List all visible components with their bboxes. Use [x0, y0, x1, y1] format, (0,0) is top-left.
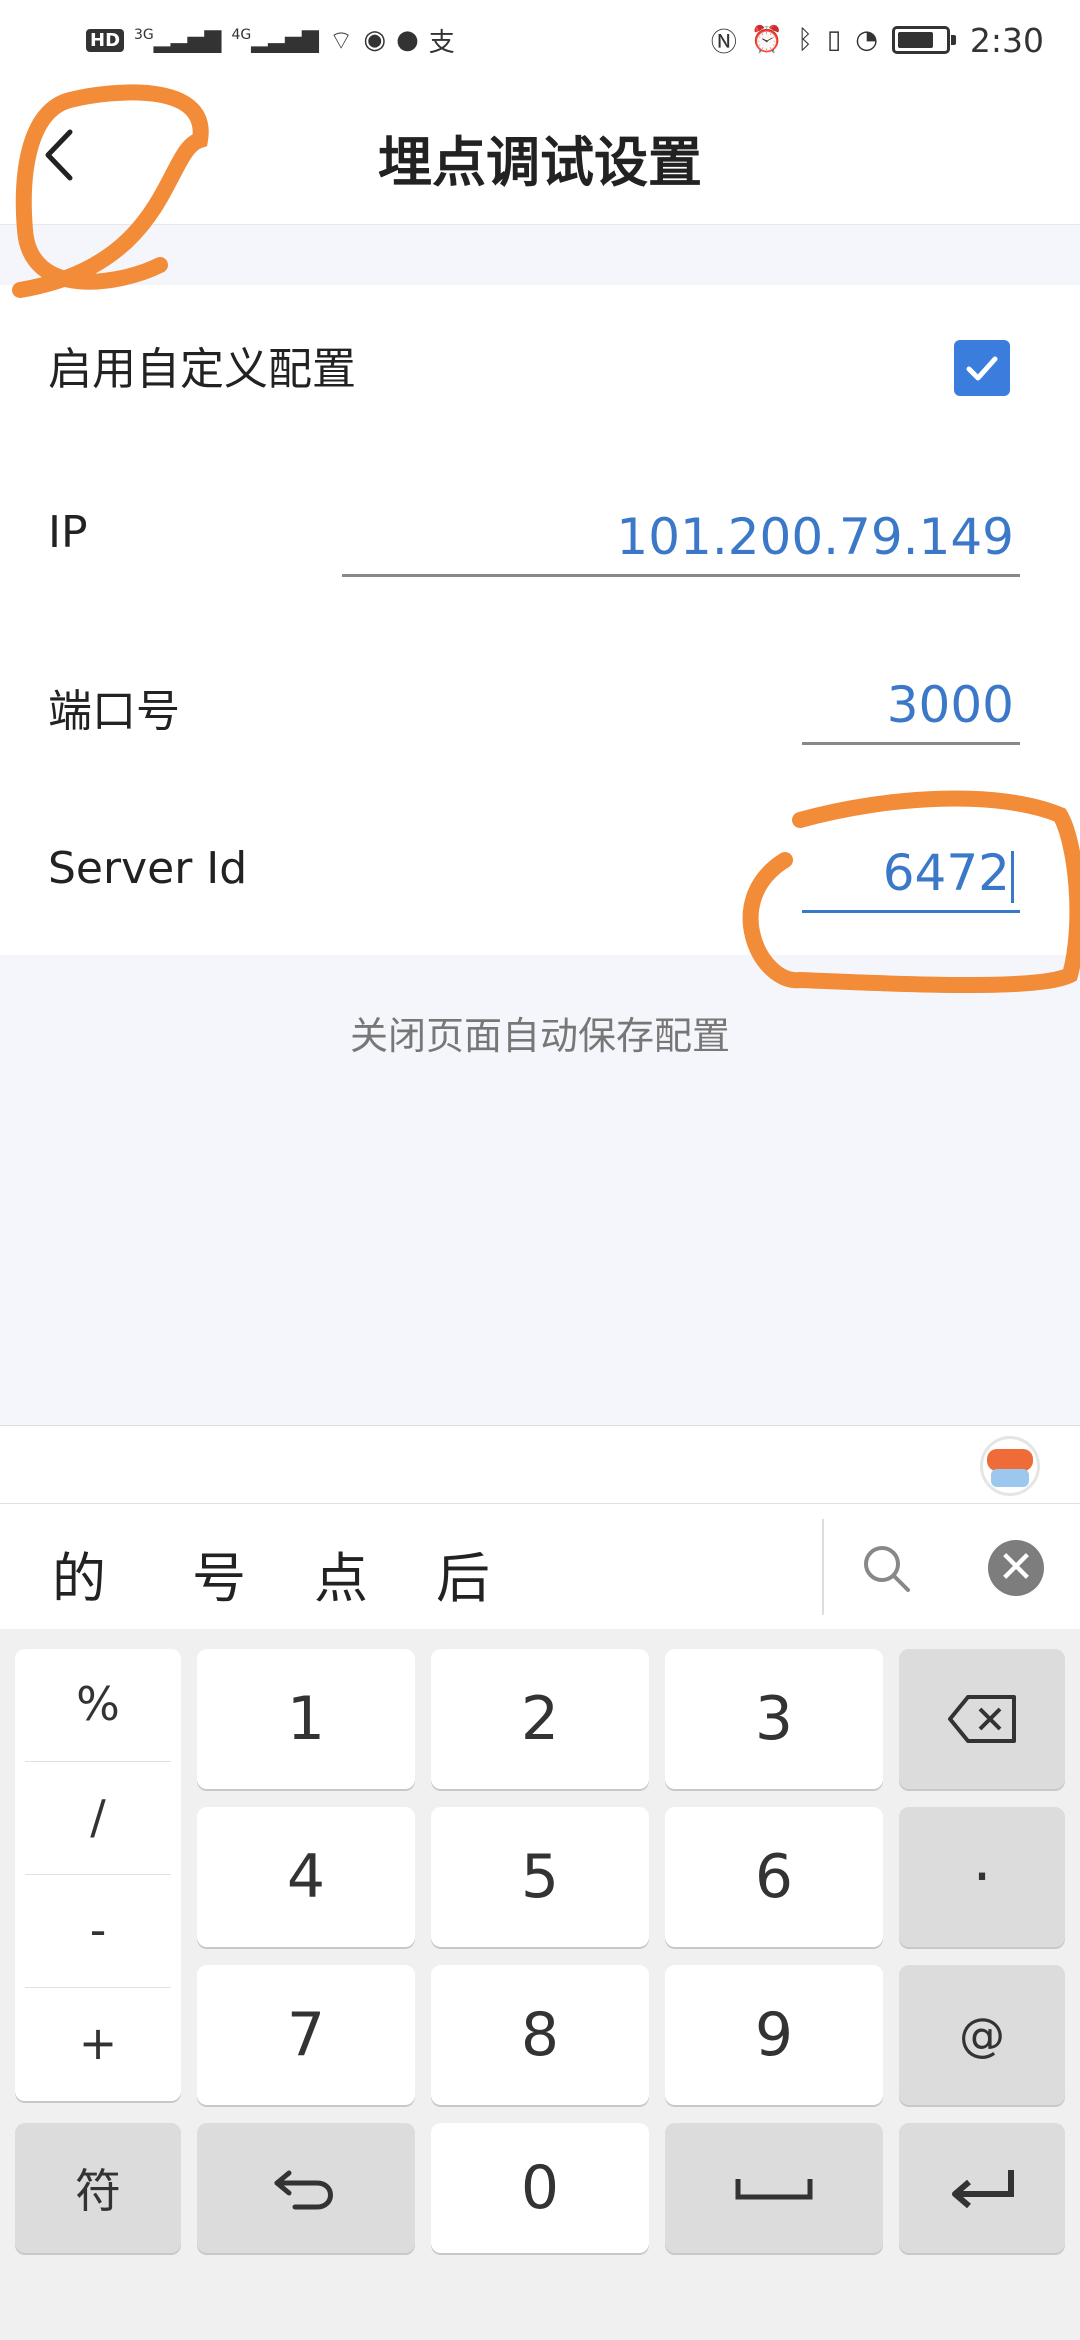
key-3[interactable]: 3 [665, 1649, 883, 1789]
eye-icon: ◉ [363, 25, 387, 55]
auto-save-hint: 关闭页面自动保存配置 [349, 1014, 730, 1058]
enter-key[interactable] [899, 2123, 1065, 2253]
ip-input[interactable]: 101.200.79.149 [342, 497, 1020, 577]
key-0[interactable]: 0 [431, 2123, 649, 2253]
port-row: 端口号 3000 [0, 613, 1080, 781]
server-id-label: Server Id [48, 843, 248, 894]
symbol-column[interactable]: % / - + [15, 1649, 181, 2101]
signal-3g-icon: 3G▂▃▅▇ [134, 26, 222, 54]
bluetooth-icon: ᛒ [797, 25, 813, 55]
alipay-icon: 支 [428, 27, 455, 58]
at-key[interactable]: @ [899, 1965, 1065, 2105]
clock: 2:30 [969, 20, 1044, 60]
symbol-key[interactable]: + [15, 1988, 181, 2098]
close-icon: ✕ [997, 1542, 1035, 1593]
key-4[interactable]: 4 [197, 1807, 415, 1947]
key-5[interactable]: 5 [431, 1807, 649, 1947]
status-left-icons: HD 3G▂▃▅▇ 4G▂▃▅▇ ⌔ ◉ ● 支 [86, 20, 455, 60]
key-9[interactable]: 9 [665, 1965, 883, 2105]
undo-icon [274, 2170, 333, 2210]
key-8[interactable]: 8 [431, 1965, 649, 2105]
key-2[interactable]: 2 [431, 1649, 649, 1789]
speed-icon: ◔ [855, 25, 878, 55]
ip-label: IP [48, 507, 88, 558]
candidate-bar: 的 号 点 后 ✕ [0, 1503, 1080, 1629]
enter-icon [952, 2170, 1014, 2209]
space-key[interactable] [665, 2123, 883, 2253]
port-input[interactable]: 3000 [802, 665, 1020, 745]
port-label: 端口号 [48, 686, 180, 737]
signal-4g-icon: 4G▂▃▅▇ [231, 26, 319, 54]
custom-config-checkbox[interactable] [954, 340, 1010, 396]
chat-icon: ● [396, 25, 419, 55]
close-keyboard-button[interactable]: ✕ [988, 1540, 1044, 1596]
backspace-icon [948, 1695, 1016, 1743]
candidate-word[interactable]: 点 [314, 1534, 368, 1613]
candidate-word[interactable]: 号 [192, 1534, 246, 1613]
wifi-icon: ⌔ [328, 25, 354, 56]
space-icon [735, 2179, 813, 2200]
custom-config-label: 启用自定义配置 [48, 344, 356, 395]
symbol-key[interactable]: - [15, 1875, 181, 1985]
mascot-mask [991, 1469, 1029, 1487]
return-arrow-key[interactable] [197, 2123, 415, 2253]
key-7[interactable]: 7 [197, 1965, 415, 2105]
key-1[interactable]: 1 [197, 1649, 415, 1789]
numeric-keyboard: % / - + 1 2 3 4 5 6 · 7 8 9 @ 符 0 [0, 1629, 1080, 2340]
status-right-icons: Ⓝ ⏰ ᛒ ▯ ◔ 2:30 [711, 20, 1044, 60]
nfc-icon: Ⓝ [710, 27, 737, 58]
check-icon [966, 356, 998, 381]
annotation-scribble-back [12, 84, 209, 298]
symbol-switch-key[interactable]: 符 [15, 2123, 181, 2253]
symbol-key[interactable]: / [15, 1762, 181, 1872]
search-icon [864, 1546, 910, 1592]
key-6[interactable]: 6 [665, 1807, 883, 1947]
keyboard-mascot-icon[interactable] [980, 1436, 1040, 1496]
battery-icon [891, 26, 956, 54]
keyboard-toolbar [0, 1425, 1080, 1503]
vibrate-icon: ▯ [826, 25, 842, 55]
search-button[interactable] [860, 1542, 912, 1594]
candidate-word[interactable]: 后 [436, 1534, 490, 1613]
symbol-key[interactable]: % [15, 1649, 181, 1759]
hd-icon: HD [86, 28, 125, 52]
backspace-key[interactable] [899, 1649, 1065, 1789]
alarm-icon: ⏰ [750, 25, 784, 55]
battery-level [897, 32, 933, 48]
annotation-circle-server-id [742, 790, 1080, 993]
dot-key[interactable]: · [899, 1807, 1065, 1947]
mascot-face [987, 1449, 1033, 1471]
ip-row: IP 101.200.79.149 [0, 445, 1080, 613]
candidate-word[interactable]: 的 [52, 1534, 106, 1613]
candidate-divider [822, 1519, 824, 1615]
